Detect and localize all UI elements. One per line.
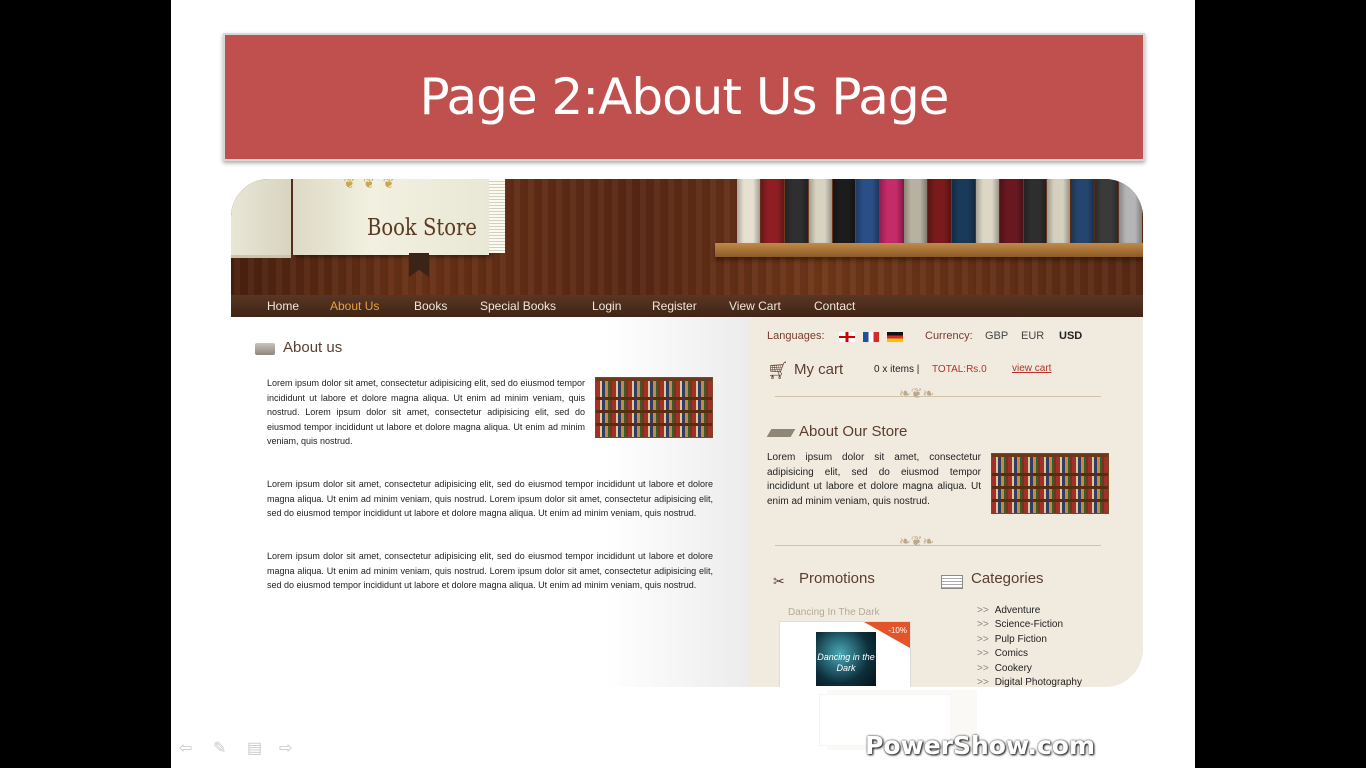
pen-icon[interactable]: ✎ bbox=[213, 738, 226, 758]
languages-label: Languages: bbox=[767, 330, 825, 342]
screenshot-reflection: PowerShow.com bbox=[231, 690, 1143, 768]
book-spine bbox=[999, 179, 1023, 243]
ornament-icon: ❦ ❦ ❦ bbox=[343, 179, 397, 191]
about-paragraph-3: Lorem ipsum dolor sit amet, consectetur … bbox=[267, 551, 713, 590]
flag-france-icon[interactable] bbox=[863, 332, 879, 342]
categories-title: Categories bbox=[971, 570, 1044, 587]
currency-usd[interactable]: USD bbox=[1059, 330, 1082, 342]
nav-login[interactable]: Login bbox=[592, 299, 621, 313]
chevron-right-icon: >> bbox=[977, 605, 989, 616]
category-item[interactable]: >> Comics bbox=[977, 648, 1028, 659]
nav-about-us[interactable]: About Us bbox=[330, 299, 379, 313]
nav-view-cart[interactable]: View Cart bbox=[729, 299, 781, 313]
slide-title: Page 2:About Us Page bbox=[419, 68, 950, 126]
chevron-right-icon: >> bbox=[977, 634, 989, 645]
chevron-right-icon: >> bbox=[977, 619, 989, 630]
bookmark-ribbon-icon bbox=[409, 253, 429, 277]
flourish-icon: ❧❦❧ bbox=[899, 385, 935, 401]
currency-label: Currency: bbox=[925, 330, 973, 342]
promotions-title: Promotions bbox=[799, 570, 875, 587]
currency-gbp[interactable]: GBP bbox=[985, 330, 1008, 342]
promo-book-card[interactable]: Dancing in the Dark -10% bbox=[779, 621, 911, 687]
nav-register[interactable]: Register bbox=[652, 299, 697, 313]
promo-book-name[interactable]: Dancing In The Dark bbox=[788, 607, 880, 618]
book-spine bbox=[1095, 179, 1118, 243]
category-item[interactable]: >> Digital Photography bbox=[977, 677, 1082, 687]
menu-icon[interactable]: ▤ bbox=[247, 738, 262, 758]
store-photo bbox=[991, 453, 1109, 514]
category-item[interactable]: >> Pulp Fiction bbox=[977, 634, 1047, 645]
cart-total: TOTAL:Rs.0 bbox=[932, 364, 987, 375]
logo-text: Book Store bbox=[367, 215, 477, 241]
book-icon bbox=[766, 429, 796, 437]
slide: Page 2:About Us Page ❦ ❦ ❦ Book Store Ho… bbox=[171, 0, 1195, 768]
chevron-right-icon: >> bbox=[977, 677, 989, 687]
book-spine bbox=[975, 179, 999, 243]
nav-books[interactable]: Books bbox=[414, 299, 447, 313]
powershow-watermark: PowerShow.com bbox=[865, 731, 1095, 760]
promo-book-cover: Dancing in the Dark bbox=[816, 632, 876, 686]
book-spine bbox=[951, 179, 975, 243]
view-cart-link[interactable]: view cart bbox=[1012, 363, 1051, 374]
book-spine bbox=[856, 179, 880, 243]
cart-items: 0 x items | bbox=[874, 364, 920, 375]
book-spine bbox=[1023, 179, 1047, 243]
tag-icon: ✂ bbox=[773, 573, 785, 589]
book-spine bbox=[737, 179, 760, 243]
book-spine bbox=[880, 179, 904, 243]
book-spine bbox=[904, 179, 927, 243]
sidebar: Languages: Currency: GBP EUR USD 🛒︎ My c… bbox=[749, 317, 1143, 687]
book-spine bbox=[784, 179, 808, 243]
book-spine bbox=[760, 179, 784, 243]
book-spine bbox=[1119, 179, 1142, 243]
nav-contact[interactable]: Contact bbox=[814, 299, 855, 313]
box-icon bbox=[255, 343, 275, 355]
about-store-text: Lorem ipsum dolor sit amet, consectetur … bbox=[767, 452, 981, 507]
slide-title-box: Page 2:About Us Page bbox=[223, 33, 1145, 161]
book-spine bbox=[1047, 179, 1071, 243]
cart-icon: 🛒︎ bbox=[767, 361, 789, 380]
book-spine bbox=[808, 179, 832, 243]
nav-home[interactable]: Home bbox=[267, 299, 299, 313]
website-screenshot: ❦ ❦ ❦ Book Store Home About Us Books Spe… bbox=[231, 179, 1143, 687]
category-item[interactable]: >> Adventure bbox=[977, 605, 1040, 616]
about-store-title: About Our Store bbox=[799, 423, 908, 440]
cart-title: My cart bbox=[794, 361, 844, 378]
bookshelf-photo bbox=[595, 377, 713, 438]
bookshelf-image bbox=[715, 179, 1143, 259]
about-paragraph-2: Lorem ipsum dolor sit amet, consectetur … bbox=[267, 479, 713, 518]
chevron-right-icon: >> bbox=[977, 648, 989, 659]
about-content: About us Lorem ipsum dolor sit amet, con… bbox=[231, 317, 749, 687]
book-spine bbox=[1071, 179, 1095, 243]
book-store-logo[interactable]: ❦ ❦ ❦ Book Store bbox=[231, 179, 506, 277]
currency-eur[interactable]: EUR bbox=[1021, 330, 1044, 342]
about-heading: About us bbox=[283, 339, 343, 356]
flag-uk-icon[interactable] bbox=[839, 332, 855, 342]
main-nav: Home About Us Books Special Books Login … bbox=[231, 295, 1143, 317]
category-item[interactable]: >> Science-Fiction bbox=[977, 619, 1063, 630]
site-header: ❦ ❦ ❦ Book Store bbox=[231, 179, 1143, 295]
chevron-right-icon: >> bbox=[977, 663, 989, 674]
categories-icon bbox=[941, 575, 963, 589]
flourish-icon-2: ❧❦❧ bbox=[899, 533, 935, 549]
arrow-right-icon[interactable]: ⇨ bbox=[279, 738, 292, 758]
book-spine bbox=[832, 179, 856, 243]
nav-special-books[interactable]: Special Books bbox=[480, 299, 556, 313]
category-item[interactable]: >> Cookery bbox=[977, 663, 1032, 674]
arrow-left-icon[interactable]: ⇦ bbox=[179, 738, 192, 758]
book-spine bbox=[928, 179, 951, 243]
flag-germany-icon[interactable] bbox=[887, 332, 903, 342]
about-paragraph-1: Lorem ipsum dolor sit amet, consectetur … bbox=[267, 378, 585, 446]
